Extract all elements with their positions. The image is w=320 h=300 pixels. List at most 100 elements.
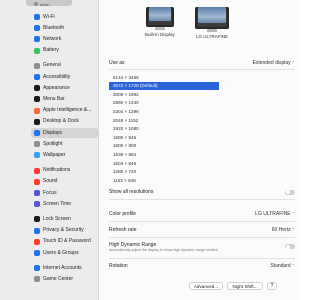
external-display-icon	[195, 7, 229, 29]
menu-bar-icon	[34, 96, 40, 103]
sidebar-item-game-center[interactable]: Game Center	[34, 274, 94, 284]
sidebar-item-wi-fi[interactable]: Wi-Fi	[34, 12, 94, 22]
sidebar-item-displays[interactable]: Displays	[31, 128, 98, 138]
rotation-row[interactable]: Rotation Standard⌃	[109, 263, 295, 269]
refresh-rate-label: Refresh rate	[109, 227, 137, 233]
sidebar-item-spotlight[interactable]: Spotlight	[34, 139, 94, 149]
sidebar-item-wallpaper[interactable]: Wallpaper	[34, 150, 94, 160]
resolution-option[interactable]: 1536 × 864	[109, 150, 219, 158]
sidebar-item-label: Internet Accounts	[43, 264, 82, 271]
dock-icon	[34, 118, 40, 125]
resolution-option[interactable]: 6144 × 3456	[109, 73, 219, 81]
sidebar-item-label: Users & Groups	[43, 249, 79, 256]
display-icon	[34, 130, 40, 136]
resolution-option[interactable]: 1600 × 900	[109, 142, 219, 150]
touch-id-icon	[34, 238, 40, 245]
resolution-option[interactable]: 2048 × 1152	[109, 116, 219, 124]
night-shift-button[interactable]: Night Shift...	[227, 282, 263, 290]
chevron-icon: ⌃	[291, 211, 295, 216]
sidebar-item-appearance[interactable]: Appearance	[34, 83, 94, 93]
sidebar-item-lock-screen[interactable]: Lock Screen	[34, 214, 94, 224]
sidebar-item-battery[interactable]: Battery	[34, 46, 94, 56]
sidebar-item-bluetooth[interactable]: Bluetooth	[34, 23, 94, 33]
use-as-value: Extended display	[252, 60, 291, 66]
monitor-name: LG ULTRAFINE	[196, 34, 228, 39]
sidebar-item-label: Touch ID & Password	[43, 238, 91, 245]
sidebar: anish Wi-Fi Bluetooth Network Battery Genera…	[0, 0, 99, 300]
sidebar-item-label: Bluetooth	[43, 24, 65, 31]
show-all-label: Show all resolutions	[109, 189, 154, 195]
sidebar-item-focus[interactable]: Focus	[34, 188, 94, 198]
resolution-option[interactable]: 1680 × 945	[109, 133, 219, 141]
system-settings-window: anish Wi-Fi Bluetooth Network Battery Genera…	[0, 0, 300, 300]
color-profile-value: LG ULTRAFINE	[255, 211, 291, 217]
sidebar-item-label: Game Center	[43, 275, 74, 282]
built-in-display-icon	[145, 7, 174, 27]
sidebar-item-label: Desktop & Dock	[43, 118, 79, 125]
sidebar-item-menu-bar[interactable]: Menu Bar	[34, 94, 94, 104]
sidebar-item-label: Focus	[43, 189, 57, 196]
sidebar-item-sound[interactable]: Sound	[34, 177, 94, 187]
refresh-rate-row[interactable]: Refresh rate 60 Hertz⌃	[109, 227, 295, 233]
appearance-icon	[34, 85, 40, 92]
sidebar-item-accessibility[interactable]: Accessibility	[34, 72, 94, 82]
sidebar-item-label: Menu Bar	[43, 95, 65, 102]
sidebar-item-screen-time[interactable]: Screen Time	[34, 199, 94, 209]
sidebar-item-network[interactable]: Network	[34, 34, 94, 44]
sidebar-item-general[interactable]: General	[34, 61, 94, 71]
color-profile-label: Color profile	[109, 211, 136, 217]
resolution-option[interactable]: 1152 × 648	[109, 176, 219, 184]
sidebar-item-label: Screen Time	[43, 200, 72, 207]
help-button[interactable]: ?	[267, 282, 277, 290]
sidebar-item-apple-intelligence[interactable]: Apple Intelligence &...	[34, 106, 94, 116]
displays-pane: Built-in Display LG ULTRAFINE Use as Ext…	[99, 0, 300, 300]
account-avatar[interactable]	[34, 2, 38, 6]
hdr-toggle[interactable]	[285, 244, 295, 249]
use-as-label: Use as	[109, 60, 125, 66]
divider	[109, 258, 295, 259]
network-icon	[34, 36, 40, 43]
apple-intelligence-icon	[34, 107, 40, 114]
divider	[109, 237, 295, 238]
advanced-button[interactable]: Advanced...	[189, 282, 223, 290]
resolution-option[interactable]: 3008 × 1692	[109, 90, 219, 98]
rotation-label: Rotation	[109, 263, 128, 269]
screen-time-icon	[34, 201, 40, 208]
account-name[interactable]: anish	[40, 2, 50, 7]
chevron-icon: ⌃	[291, 60, 295, 65]
resolution-option[interactable]: 1280 × 720	[109, 168, 219, 176]
resolution-option[interactable]: 3072 × 1728 (Default)	[109, 81, 219, 90]
gear-icon	[34, 62, 40, 69]
sidebar-item-label: Notifications	[43, 167, 71, 174]
monitor-lg[interactable]: LG ULTRAFINE	[195, 4, 229, 39]
sidebar-item-privacy-security[interactable]: Privacy & Security	[34, 226, 94, 236]
sidebar-item-desktop-dock[interactable]: Desktop & Dock	[34, 117, 94, 127]
sidebar-item-users-groups[interactable]: Users & Groups	[34, 248, 94, 258]
game-center-icon	[34, 276, 40, 283]
monitor-name: Built-in Display	[145, 32, 175, 37]
lock-icon	[34, 216, 40, 223]
sidebar-item-label: Spotlight	[43, 140, 63, 147]
show-all-toggle[interactable]	[285, 189, 295, 195]
divider	[109, 199, 295, 200]
sidebar-item-notifications[interactable]: Notifications	[34, 166, 94, 176]
resolution-option[interactable]: 1504 × 846	[109, 159, 219, 167]
resolution-option[interactable]: 2560 × 1440	[109, 99, 219, 107]
rotation-value: Standard	[270, 263, 291, 269]
sidebar-item-label: Battery	[43, 47, 59, 54]
sidebar-item-label: Privacy & Security	[43, 227, 84, 234]
focus-icon	[34, 190, 40, 196]
sidebar-item-label: Displays	[43, 129, 62, 136]
color-profile-row[interactable]: Color profile LG ULTRAFINE⌃	[109, 211, 295, 217]
use-as-row[interactable]: Use as Extended display⌃	[109, 60, 295, 66]
resolution-option[interactable]: 2304 × 1296	[109, 107, 219, 115]
resolution-option[interactable]: 1920 × 1080	[109, 125, 219, 133]
sidebar-item-internet-accounts[interactable]: Internet Accounts	[34, 263, 94, 273]
accessibility-icon	[34, 74, 40, 80]
sidebar-item-touch-id-password[interactable]: Touch ID & Password	[34, 237, 94, 247]
chevron-icon: ⌃	[291, 263, 295, 268]
refresh-rate-value: 60 Hertz	[271, 227, 291, 233]
sidebar-item-label: General	[43, 62, 61, 69]
monitor-built-in[interactable]: Built-in Display	[145, 4, 175, 37]
sidebar-item-label: Wallpaper	[43, 151, 66, 158]
